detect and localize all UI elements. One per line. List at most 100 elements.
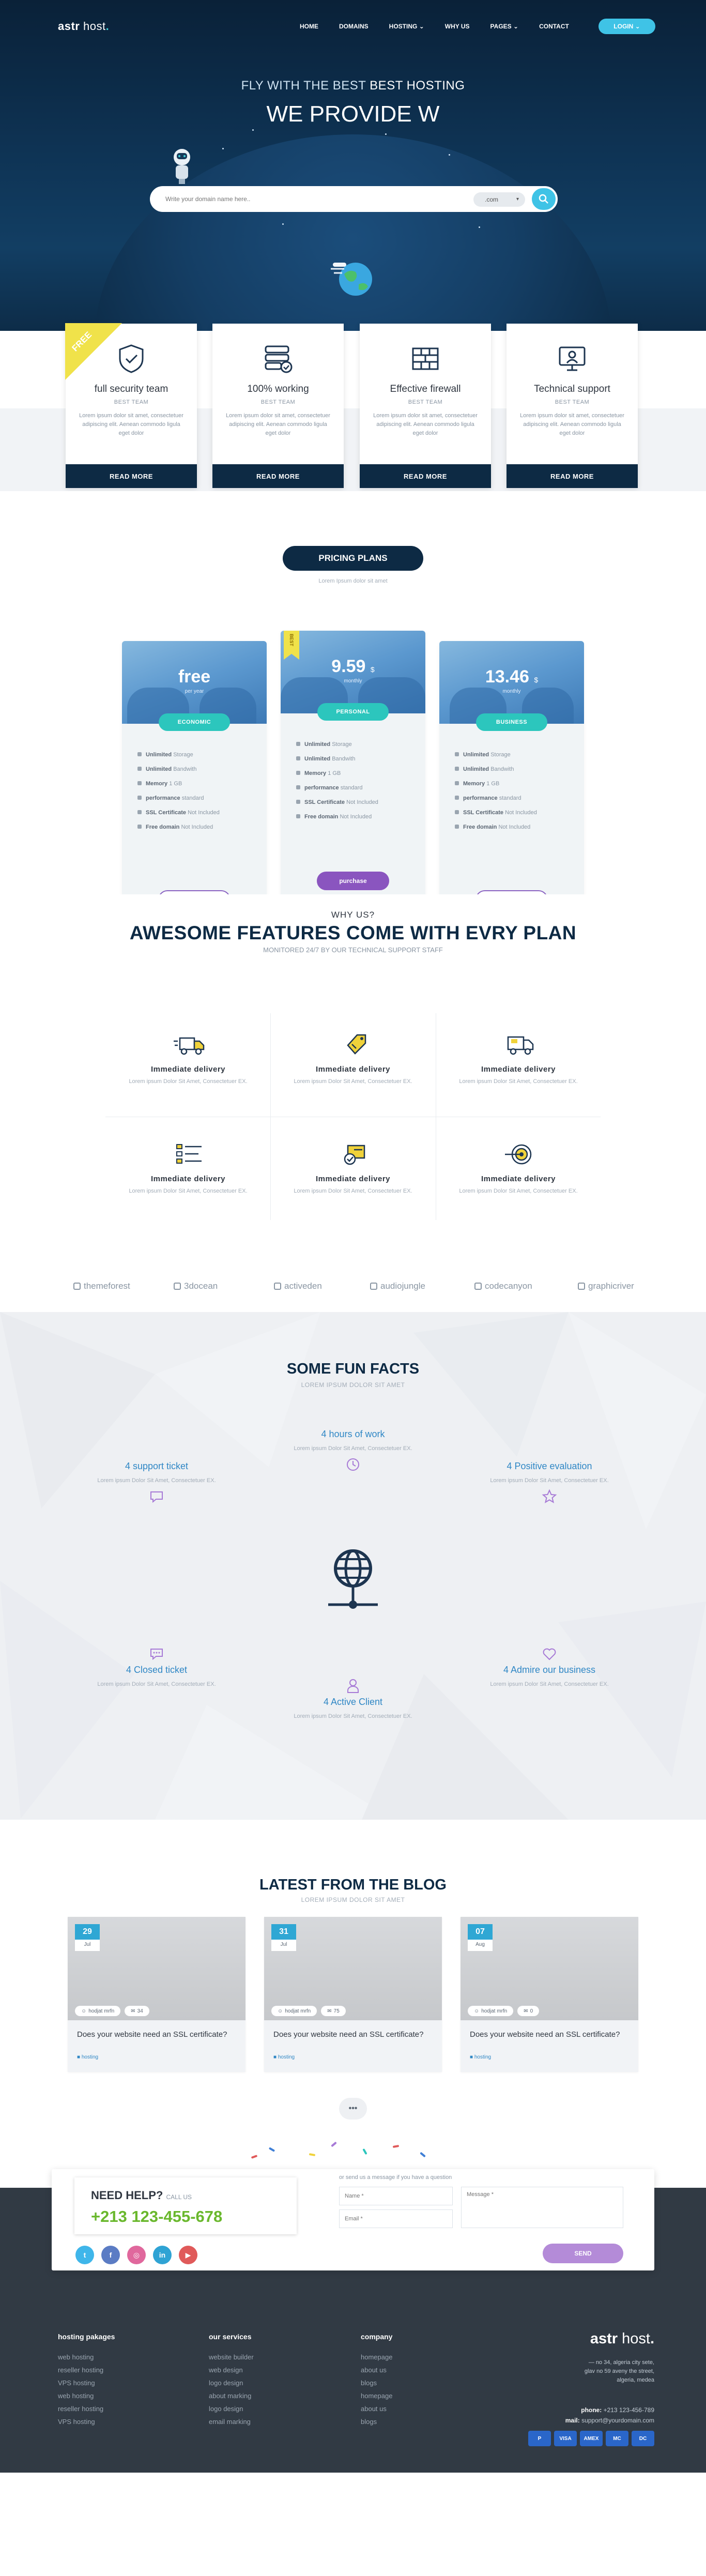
target-icon xyxy=(505,1144,532,1165)
feature-item: Immediate delivery Lorem ipsum Dolor Sit… xyxy=(270,1115,436,1223)
footer-link[interactable]: web hosting xyxy=(58,2392,115,2405)
post-category[interactable]: ■ hosting xyxy=(273,2054,295,2060)
footer-link[interactable]: website builder xyxy=(209,2353,254,2366)
footer-link[interactable]: logo design xyxy=(209,2379,254,2392)
post-author[interactable]: ☺ hodjat mrfn xyxy=(75,2006,121,2016)
hero-section: astr host. HOME DOMAINS HOSTING ⌄ WHY US… xyxy=(0,0,706,331)
footer-link[interactable]: web design xyxy=(209,2366,254,2379)
read-more-button[interactable]: READ MORE xyxy=(507,464,638,488)
pricing-title: PRICING PLANS xyxy=(283,546,423,571)
diners-icon: DC xyxy=(632,2431,654,2446)
search-button[interactable] xyxy=(530,186,558,212)
contact-form-label: or send us a message if you have a quest… xyxy=(339,2174,452,2181)
codecanyon-logo-icon xyxy=(474,1283,482,1290)
confetti xyxy=(251,2155,258,2159)
brand-logo-codecanyon: codecanyon xyxy=(474,1281,532,1291)
read-more-button[interactable]: READ MORE xyxy=(212,464,344,488)
nav-home[interactable]: HOME xyxy=(289,23,329,30)
footer-link[interactable]: homepage xyxy=(361,2353,392,2366)
chevron-down-icon: ⌄ xyxy=(513,23,519,30)
blog-post-card[interactable]: 29 Jul ☺ hodjat mrfn ✉ 34 Does your website… xyxy=(68,1917,245,2072)
facebook-icon[interactable]: f xyxy=(101,2246,120,2264)
why-subtitle: MONITORED 24/7 BY OUR TECHNICAL SUPPORT … xyxy=(263,946,443,954)
graphicriver-logo-icon xyxy=(578,1283,585,1290)
post-category[interactable]: ■ hosting xyxy=(470,2054,491,2060)
tld-select[interactable]: .com ▾ xyxy=(473,192,525,207)
footer-link[interactable]: reseller hosting xyxy=(58,2405,115,2418)
feature-item: Immediate delivery Lorem ipsum Dolor Sit… xyxy=(436,1115,601,1223)
brand-logo-themeforest: themeforest xyxy=(73,1281,130,1291)
plan-header: free per year xyxy=(122,641,267,724)
read-more-button[interactable]: READ MORE xyxy=(66,464,197,488)
post-comments[interactable]: ✉ 0 xyxy=(517,2006,540,2016)
fact-title: 4 Closed ticket xyxy=(126,1665,188,1675)
plan-header: BEST 9.59 $ monthly xyxy=(281,631,425,713)
footer-email[interactable]: support@yourdomain.com xyxy=(581,2417,654,2424)
post-comments[interactable]: ✉ 34 xyxy=(125,2006,149,2016)
blog-subtitle: LOREM IPSUM DOLOR SIT AMET xyxy=(301,1896,405,1903)
post-author[interactable]: ☺ hodjat mrfn xyxy=(468,2006,514,2016)
feature-title: Immediate delivery xyxy=(481,1175,556,1183)
login-button[interactable]: LOGIN ⌄ xyxy=(598,19,655,34)
plan-feature: SSL Certificate Not Included xyxy=(455,810,537,824)
post-comments[interactable]: ✉ 75 xyxy=(321,2006,346,2016)
brand-logo-graphicriver: graphicriver xyxy=(578,1281,634,1291)
linkedin-icon[interactable]: in xyxy=(153,2246,172,2264)
instagram-icon[interactable]: ◎ xyxy=(127,2246,146,2264)
footer-link[interactable]: web hosting xyxy=(58,2353,115,2366)
footer-link[interactable]: VPS hosting xyxy=(58,2379,115,2392)
help-phone[interactable]: +213 123-455-678 xyxy=(91,2207,222,2226)
post-meta: ☺ hodjat mrfn ✉ 0 xyxy=(468,2006,540,2016)
footer-phone[interactable]: +213 123-456-789 xyxy=(604,2406,654,2414)
post-category[interactable]: ■ hosting xyxy=(77,2054,98,2060)
name-field[interactable] xyxy=(339,2187,453,2205)
fact-text: Lorem ipsum Dolor Sit Amet, Consectetuer… xyxy=(294,1713,412,1719)
nav-why-us[interactable]: WHY US xyxy=(435,23,480,30)
fact-item: 4 Active Client Lorem ipsum Dolor Sit Am… xyxy=(291,1678,415,1720)
footer-link[interactable]: about us xyxy=(361,2405,392,2418)
fact-title: 4 Positive evaluation xyxy=(507,1461,592,1471)
post-title[interactable]: Does your website need an SSL certificat… xyxy=(77,2030,232,2039)
youtube-icon[interactable]: ▶ xyxy=(179,2246,197,2264)
feature-title: Immediate delivery xyxy=(315,1065,391,1074)
blog-post-card[interactable]: 07 Aug ☺ hodjat mrfn ✉ 0 Does your website … xyxy=(461,1917,638,2072)
nav-contact[interactable]: CONTACT xyxy=(529,23,579,30)
footer-link[interactable]: blogs xyxy=(361,2379,392,2392)
user-icon: ☺ xyxy=(81,2008,87,2014)
more-posts-button[interactable]: ••• xyxy=(339,2098,367,2120)
domain-search-input[interactable] xyxy=(165,192,455,206)
purchase-button[interactable]: purchase xyxy=(317,872,389,890)
send-button[interactable]: SEND xyxy=(543,2244,623,2263)
nav-domains[interactable]: DOMAINS xyxy=(329,23,379,30)
blog-post-card[interactable]: 31 Jul ☺ hodjat mrfn ✉ 75 Does your website… xyxy=(264,1917,442,2072)
footer-link[interactable]: email marking xyxy=(209,2418,254,2431)
logo[interactable]: astr host. xyxy=(58,20,109,33)
footer-link[interactable]: blogs xyxy=(361,2418,392,2431)
feature-text: Lorem ipsum Dolor Sit Amet, Consectetuer… xyxy=(129,1078,248,1085)
user-icon: ☺ xyxy=(474,2008,480,2014)
footer-link[interactable]: VPS hosting xyxy=(58,2418,115,2431)
footer-link[interactable]: homepage xyxy=(361,2392,392,2405)
facts-title: SOME FUN FACTS xyxy=(286,1361,420,1377)
need-help-box: NEED HELP? CALL US +213 123-455-678 xyxy=(74,2177,297,2234)
footer-logo[interactable]: astr host. xyxy=(590,2330,654,2348)
post-author[interactable]: ☺ hodjat mrfn xyxy=(271,2006,317,2016)
message-field[interactable] xyxy=(461,2187,623,2228)
footer-link[interactable]: about us xyxy=(361,2366,392,2379)
fact-text: Lorem ipsum Dolor Sit Amet, Consectetuer… xyxy=(294,1445,412,1452)
post-title[interactable]: Does your website need an SSL certificat… xyxy=(470,2030,625,2039)
nav-hosting[interactable]: HOSTING ⌄ xyxy=(379,23,435,30)
email-field[interactable] xyxy=(339,2209,453,2228)
twitter-icon[interactable]: t xyxy=(75,2246,94,2264)
footer-link[interactable]: reseller hosting xyxy=(58,2366,115,2379)
chat-dots-icon xyxy=(150,1649,163,1660)
card-text: Lorem ipsum dolor sit amet, consectetuer… xyxy=(520,413,624,436)
card-title: Effective firewall xyxy=(390,384,461,394)
post-title[interactable]: Does your website need an SSL certificat… xyxy=(273,2030,428,2039)
footer-link[interactable]: about marking xyxy=(209,2392,254,2405)
footer-link[interactable]: logo design xyxy=(209,2405,254,2418)
read-more-button[interactable]: READ MORE xyxy=(360,464,491,488)
plan-feature: performance standard xyxy=(137,795,220,810)
confetti xyxy=(309,2153,316,2157)
nav-pages[interactable]: PAGES ⌄ xyxy=(480,23,529,30)
